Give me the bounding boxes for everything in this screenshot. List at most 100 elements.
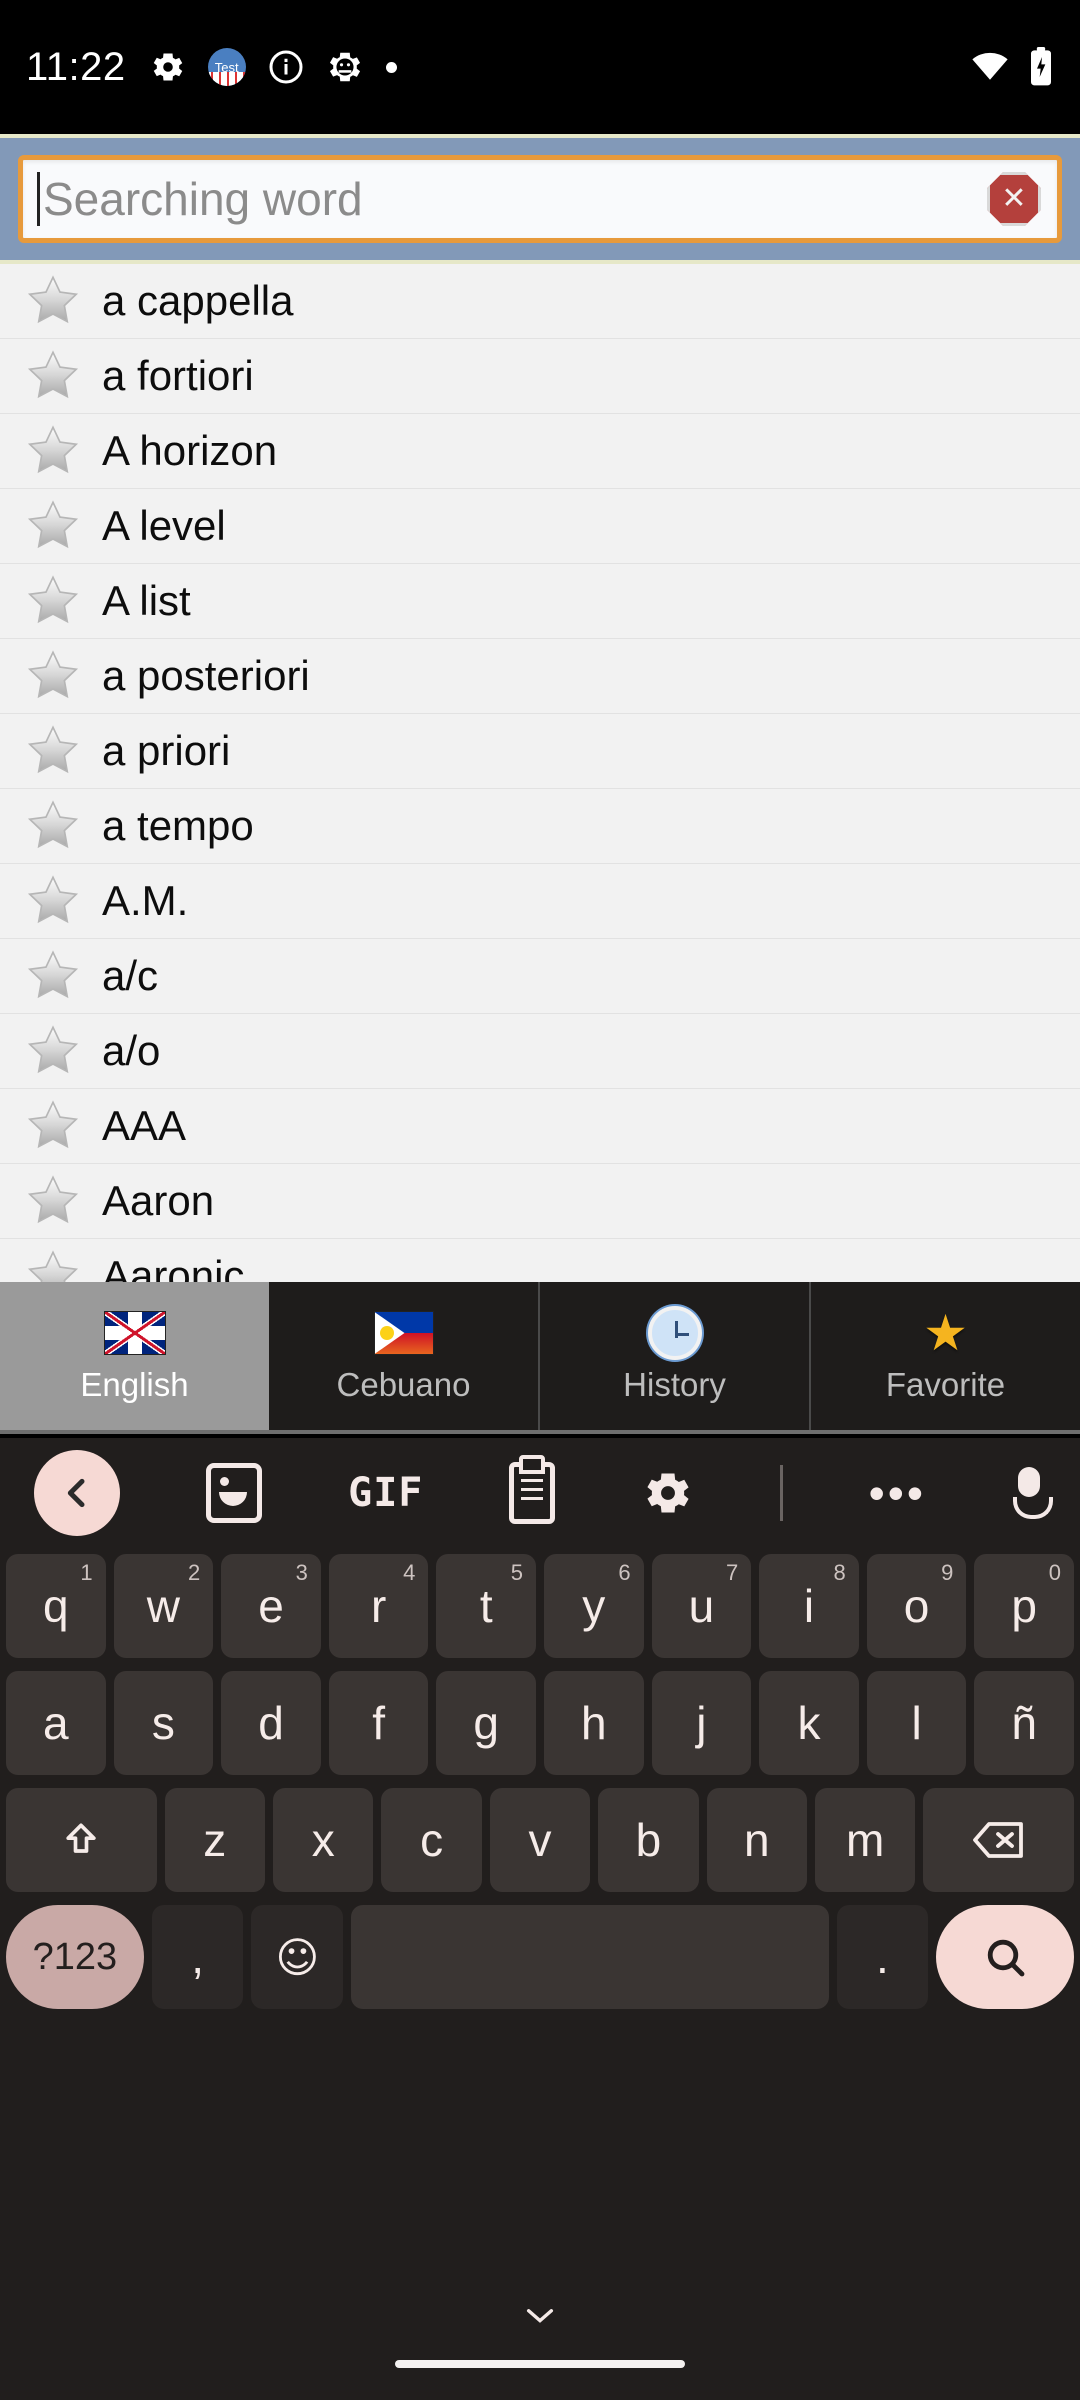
chevron-down-icon[interactable]: [523, 2294, 557, 2334]
key-e[interactable]: 3e: [221, 1554, 321, 1658]
clipboard-icon[interactable]: [509, 1462, 556, 1524]
sticker-icon[interactable]: [206, 1463, 263, 1523]
search-key[interactable]: [936, 1905, 1074, 2009]
key-label: x: [311, 1814, 335, 1866]
favorite-star-icon[interactable]: [22, 346, 84, 406]
word-list[interactable]: a cappella a fortiori A horizon A level …: [0, 264, 1080, 1282]
favorite-star-icon[interactable]: [22, 271, 84, 331]
favorite-star-icon[interactable]: [22, 721, 84, 781]
text-caret: [37, 172, 40, 226]
favorite-star-icon[interactable]: [22, 1021, 84, 1081]
key-b[interactable]: b: [598, 1788, 699, 1892]
dot-icon: [385, 61, 397, 73]
tab-favorite[interactable]: ★ Favorite: [811, 1282, 1080, 1430]
clear-search-button[interactable]: [987, 172, 1041, 226]
word-list-item[interactable]: a priori: [0, 714, 1080, 789]
key-n[interactable]: n: [706, 1788, 808, 1892]
key-z[interactable]: z: [164, 1788, 265, 1892]
key-u[interactable]: 7u: [651, 1554, 752, 1658]
emoji-key[interactable]: ☺: [251, 1905, 344, 2009]
key-h[interactable]: h: [544, 1671, 644, 1775]
favorite-star-icon[interactable]: [22, 871, 84, 931]
search-panel: Searching word: [0, 134, 1080, 264]
key-k[interactable]: k: [759, 1671, 859, 1775]
word-list-item[interactable]: AAA: [0, 1089, 1080, 1164]
favorite-star-icon[interactable]: [22, 421, 84, 481]
key-q[interactable]: 1q: [6, 1554, 106, 1658]
favorite-star-icon[interactable]: [22, 496, 84, 556]
period-key[interactable]: .: [836, 1905, 929, 2009]
favorite-star-icon[interactable]: [22, 946, 84, 1006]
key-m[interactable]: m: [815, 1788, 916, 1892]
gif-icon[interactable]: GIF: [348, 1470, 423, 1516]
philippines-flag-icon: [373, 1308, 435, 1358]
symbols-key[interactable]: ?123: [6, 1905, 144, 2009]
key-y[interactable]: 6y: [544, 1554, 644, 1658]
delete-key[interactable]: [923, 1788, 1075, 1892]
search-placeholder: Searching word: [43, 173, 363, 225]
key-x[interactable]: x: [272, 1788, 374, 1892]
word-list-item[interactable]: a/c: [0, 939, 1080, 1014]
word-list-item[interactable]: A level: [0, 489, 1080, 564]
keyboard-row-3: zxcvbnm: [5, 1788, 1075, 1892]
key-w[interactable]: 2w: [113, 1554, 214, 1658]
home-indicator[interactable]: [395, 2360, 685, 2368]
keyboard-row-1: 1q2w3e4r5t6y7u8i9o0p: [6, 1554, 1074, 1658]
word-list-item[interactable]: a tempo: [0, 789, 1080, 864]
gear-icon: [150, 49, 186, 85]
key-label: d: [258, 1697, 284, 1749]
word-label: A horizon: [102, 427, 278, 474]
word-list-item[interactable]: Aaronic: [0, 1239, 1080, 1282]
key-label: f: [372, 1697, 385, 1749]
back-chevron-icon[interactable]: [34, 1450, 120, 1536]
comma-key[interactable]: ,: [151, 1905, 244, 2009]
gear-icon[interactable]: [642, 1467, 694, 1519]
key-t[interactable]: 5t: [436, 1554, 536, 1658]
shift-key[interactable]: [5, 1788, 157, 1892]
key-a[interactable]: a: [6, 1671, 106, 1775]
favorite-star-icon[interactable]: [22, 1096, 84, 1156]
onscreen-keyboard: GIF ••• 1q2w3e4r5t6y7u8i9o0p asdfghjklñ …: [0, 1438, 1080, 2400]
word-list-item[interactable]: a cappella: [0, 264, 1080, 339]
tab-english[interactable]: English: [0, 1282, 269, 1430]
status-bar-clock: 11:22: [26, 44, 126, 89]
more-options-icon[interactable]: •••: [869, 1470, 926, 1516]
key-i[interactable]: 8i: [759, 1554, 859, 1658]
microphone-icon[interactable]: [1012, 1467, 1054, 1519]
battery-charging-icon: [1028, 47, 1054, 87]
key-s[interactable]: s: [113, 1671, 214, 1775]
key-label: h: [581, 1697, 607, 1749]
favorite-star-icon[interactable]: [22, 796, 84, 856]
word-list-item[interactable]: Aaron: [0, 1164, 1080, 1239]
word-label: A.M.: [102, 877, 189, 924]
word-list-item[interactable]: a/o: [0, 1014, 1080, 1089]
favorite-star-icon[interactable]: [22, 1246, 84, 1282]
word-list-item[interactable]: A horizon: [0, 414, 1080, 489]
word-list-item[interactable]: a posteriori: [0, 639, 1080, 714]
tab-cebuano[interactable]: Cebuano: [269, 1282, 540, 1430]
favorite-star-icon[interactable]: [22, 571, 84, 631]
key-o[interactable]: 9o: [866, 1554, 967, 1658]
word-list-item[interactable]: a fortiori: [0, 339, 1080, 414]
key-g[interactable]: g: [436, 1671, 536, 1775]
favorite-star-icon[interactable]: [22, 646, 84, 706]
key-v[interactable]: v: [489, 1788, 591, 1892]
key-c[interactable]: c: [381, 1788, 482, 1892]
key-j[interactable]: j: [651, 1671, 752, 1775]
word-list-item[interactable]: A.M.: [0, 864, 1080, 939]
key-ñ[interactable]: ñ: [974, 1671, 1074, 1775]
key-d[interactable]: d: [221, 1671, 321, 1775]
space-key[interactable]: [351, 1905, 829, 2009]
word-list-item[interactable]: A list: [0, 564, 1080, 639]
search-input[interactable]: Searching word: [18, 155, 1062, 243]
tab-history[interactable]: History: [540, 1282, 811, 1430]
key-f[interactable]: f: [328, 1671, 429, 1775]
key-l[interactable]: l: [866, 1671, 967, 1775]
favorite-star-icon[interactable]: [22, 1171, 84, 1231]
word-label: a/o: [102, 1027, 161, 1074]
phone-screen: 11:22 Test Searching word ✕ a cappella a…: [0, 0, 1080, 2400]
key-label: p: [1011, 1580, 1037, 1632]
key-label: ñ: [1011, 1697, 1037, 1749]
key-r[interactable]: 4r: [328, 1554, 429, 1658]
key-p[interactable]: 0p: [974, 1554, 1074, 1658]
